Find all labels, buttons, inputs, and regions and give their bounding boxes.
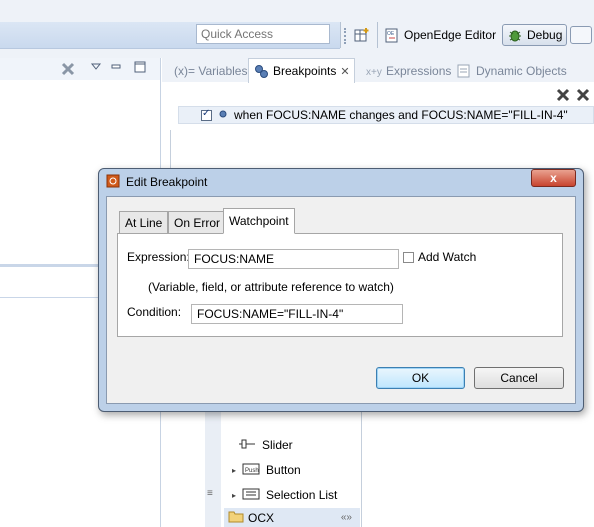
perspective-openedge-editor[interactable]: OE OpenEdge Editor xyxy=(384,24,496,46)
remove-icon[interactable] xyxy=(60,61,76,80)
dynamic-objects-icon xyxy=(456,63,472,79)
button-icon: Push xyxy=(242,463,260,478)
add-watch-option[interactable]: Add Watch xyxy=(403,250,476,264)
dialog-title-bar[interactable]: Edit Breakpoint xyxy=(106,172,207,192)
palette-item-selection-list[interactable]: ▸ Selection List xyxy=(232,486,337,504)
tab-breakpoints[interactable]: Breakpoints ✕ xyxy=(248,58,355,83)
condition-label: Condition: xyxy=(127,305,182,319)
expand-icon: ▸ xyxy=(232,465,237,475)
minimize-icon[interactable] xyxy=(110,61,122,76)
open-perspective-icon xyxy=(354,27,370,43)
palette-item-slider[interactable]: Slider xyxy=(238,436,293,454)
palette-item-label: Slider xyxy=(262,438,293,452)
tab-variables[interactable]: (x)= Variables xyxy=(170,60,251,82)
toolbar-separator xyxy=(340,22,341,48)
debug-bug-icon xyxy=(507,27,523,43)
tab-dynamic-objects[interactable]: Dynamic Objects xyxy=(452,60,571,82)
breakpoint-label: when FOCUS:NAME changes and FOCUS:NAME="… xyxy=(234,108,568,122)
open-perspective-button[interactable] xyxy=(354,24,370,46)
svg-text:x+y: x+y xyxy=(366,67,382,78)
view-menu-icon[interactable] xyxy=(90,61,102,76)
collapse-drawer-icon[interactable]: «» xyxy=(341,512,352,523)
tab-on-error[interactable]: On Error xyxy=(168,211,227,233)
expand-icon: ▸ xyxy=(232,490,237,500)
expression-field[interactable]: FOCUS:NAME xyxy=(188,249,399,269)
svg-text:Push: Push xyxy=(245,468,259,474)
condition-field[interactable]: FOCUS:NAME="FILL-IN-4" xyxy=(191,304,403,324)
folder-icon xyxy=(228,509,244,526)
palette-drawer-ocx[interactable]: OCX «» xyxy=(224,508,360,527)
tab-label: Breakpoints xyxy=(273,64,337,78)
breakpoint-enabled-checkbox[interactable] xyxy=(201,108,212,121)
add-watch-checkbox[interactable] xyxy=(403,251,414,263)
tab-label: On Error xyxy=(174,215,221,230)
ok-button[interactable]: OK xyxy=(376,367,465,389)
close-tab-icon[interactable]: ✕ xyxy=(340,65,349,78)
tab-label: (x)= Variables xyxy=(174,64,248,78)
tab-label: At Line xyxy=(125,215,163,230)
perspective-debug[interactable]: Debug xyxy=(502,24,568,46)
expression-hint: (Variable, field, or attribute reference… xyxy=(148,280,394,294)
breakpoints-icon xyxy=(253,63,269,79)
tab-at-line[interactable]: At Line xyxy=(119,211,169,233)
svg-text:OE: OE xyxy=(387,31,395,37)
expression-label: Expression: xyxy=(127,250,190,264)
breakpoint-dot-icon xyxy=(218,108,228,122)
slider-icon xyxy=(238,438,256,453)
maximize-icon[interactable] xyxy=(134,61,146,76)
dialog-close-button[interactable]: x xyxy=(531,169,576,187)
drag-handle-icon[interactable]: ≡ xyxy=(207,488,213,499)
tab-watchpoint[interactable]: Watchpoint xyxy=(223,208,295,234)
tab-label: Watchpoint xyxy=(229,214,289,228)
tab-label: Dynamic Objects xyxy=(476,64,567,78)
view-border xyxy=(170,130,171,170)
palette-item-label: Button xyxy=(266,463,301,477)
dialog-app-icon xyxy=(106,174,120,191)
perspective-overflow-button[interactable] xyxy=(570,26,592,44)
palette-item-label: Selection List xyxy=(266,488,338,502)
add-watch-label: Add Watch xyxy=(418,250,477,264)
openedge-editor-icon: OE xyxy=(384,27,400,43)
remove-all-breakpoints-icon[interactable] xyxy=(576,88,592,105)
cancel-button[interactable]: Cancel xyxy=(474,367,564,389)
palette-sidebar xyxy=(205,412,221,527)
selection-list-icon xyxy=(242,488,260,503)
toolbar-grip[interactable] xyxy=(344,28,350,44)
dialog-title: Edit Breakpoint xyxy=(126,175,208,189)
perspective-label: Debug xyxy=(527,28,563,42)
tab-label: Expressions xyxy=(386,64,452,78)
perspective-label: OpenEdge Editor xyxy=(404,28,497,42)
quick-access-input[interactable] xyxy=(196,24,330,44)
drawer-label: OCX xyxy=(248,510,275,525)
breakpoint-row[interactable]: when FOCUS:NAME changes and FOCUS:NAME="… xyxy=(178,106,594,124)
palette-item-button[interactable]: ▸ Push Button xyxy=(232,461,301,479)
remove-breakpoint-icon[interactable] xyxy=(556,88,570,105)
tab-expressions[interactable]: x+y Expressions xyxy=(362,60,455,82)
expressions-icon: x+y xyxy=(366,63,382,79)
toolbar-separator xyxy=(377,22,378,48)
